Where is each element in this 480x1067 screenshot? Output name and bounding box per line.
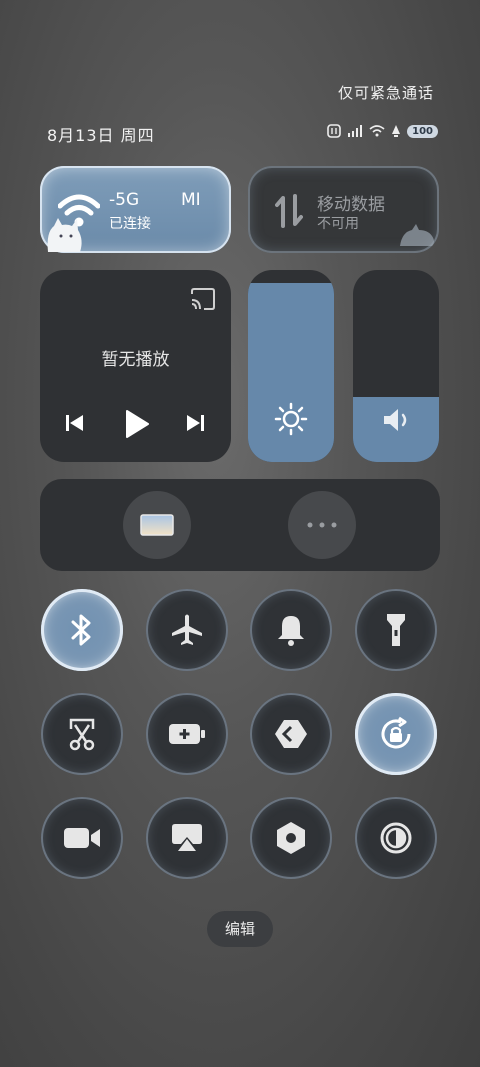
video-camera-icon (64, 828, 100, 848)
nearby-share-toggle[interactable] (250, 693, 332, 775)
brightness-icon (274, 402, 308, 436)
media-player-card[interactable]: 暂无播放 (40, 270, 231, 462)
shortcut-bar (40, 479, 440, 571)
airplane-icon (172, 614, 202, 645)
flashlight-icon (387, 614, 405, 646)
more-button[interactable] (288, 491, 356, 559)
play-icon[interactable] (124, 409, 150, 439)
wifi-status: 已连接 (109, 216, 151, 232)
bluetooth-icon (71, 614, 91, 646)
status-icons: 100 (327, 124, 438, 138)
previous-track-icon[interactable] (65, 413, 85, 433)
hexagon-settings-icon (277, 822, 305, 854)
signal-icon (348, 125, 363, 137)
settings-toggle[interactable] (250, 797, 332, 879)
cast-screen-toggle[interactable] (146, 797, 228, 879)
next-track-icon[interactable] (185, 413, 205, 433)
mobile-data-tile[interactable]: 移动数据 不可用 (248, 166, 439, 253)
cat-mascot-icon (400, 224, 434, 246)
screen-preview-button[interactable] (123, 491, 191, 559)
dark-mode-toggle[interactable] (355, 797, 437, 879)
mobile-data-title: 移动数据 (317, 195, 385, 215)
battery-plus-icon (169, 724, 205, 744)
airplane-mode-toggle[interactable] (146, 589, 228, 671)
brightness-slider[interactable] (248, 270, 334, 462)
nearby-share-icon (275, 720, 307, 748)
rotation-lock-icon (381, 716, 411, 749)
bluetooth-toggle[interactable] (41, 589, 123, 671)
notification-icon (392, 125, 401, 137)
rotation-lock-toggle[interactable] (355, 693, 437, 775)
edit-button[interactable]: 编辑 (207, 911, 273, 947)
wifi-tile[interactable]: -5G MI 已连接 (40, 166, 231, 253)
mobile-data-status: 不可用 (317, 216, 359, 232)
wifi-small-icon (369, 125, 385, 137)
wifi-ssid-tail: MI (181, 190, 201, 210)
emergency-calls-only-text: 仅可紧急通话 (337, 84, 434, 102)
cat-mascot-icon (47, 218, 82, 252)
screen-cast-icon (172, 824, 202, 851)
bell-icon (278, 616, 304, 646)
nfc-icon (327, 124, 341, 138)
contrast-icon (380, 822, 412, 854)
screen-recorder-toggle[interactable] (41, 797, 123, 879)
flashlight-toggle[interactable] (355, 589, 437, 671)
battery-saver-toggle[interactable] (146, 693, 228, 775)
volume-icon (384, 409, 407, 431)
screenshot-toggle[interactable] (41, 693, 123, 775)
volume-slider[interactable] (353, 270, 439, 462)
ring-mode-toggle[interactable] (250, 589, 332, 671)
scissors-screenshot-icon (69, 718, 95, 751)
data-transfer-icon (275, 194, 303, 228)
battery-indicator: 100 (407, 124, 438, 138)
screen-preview-icon (140, 514, 174, 536)
date-text: 8月13日 周四 (47, 126, 155, 145)
media-status: 暂无播放 (101, 350, 170, 370)
wifi-ssid: -5G (109, 190, 140, 210)
more-dots-icon (307, 522, 337, 528)
cast-icon[interactable] (190, 288, 216, 310)
